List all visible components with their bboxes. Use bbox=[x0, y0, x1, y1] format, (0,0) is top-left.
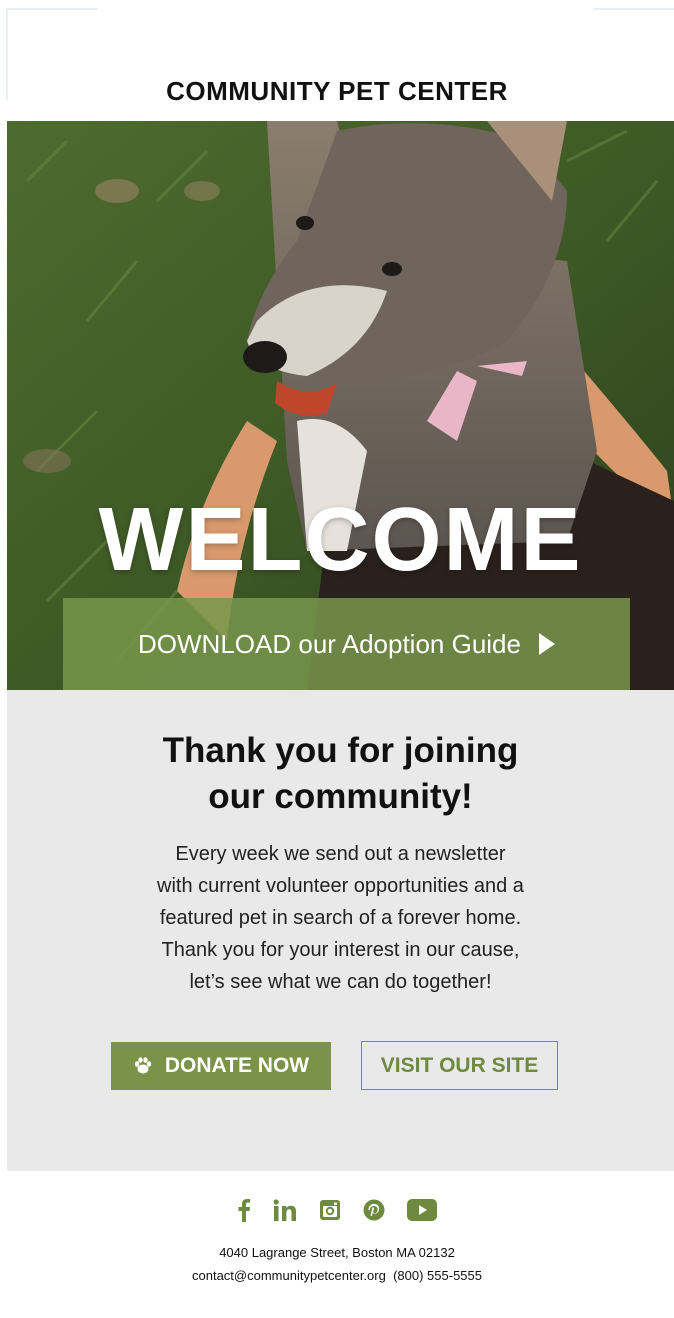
body-line: let’s see what we can do together! bbox=[189, 971, 492, 993]
footer-address: 4040 Lagrange Street, Boston MA 02132 bbox=[219, 1245, 455, 1260]
footer-email[interactable]: contact@communitypetcenter.org bbox=[192, 1268, 386, 1283]
headline-line: Thank you for joining bbox=[162, 731, 519, 770]
hero-banner: WELCOME DOWNLOAD our Adoption Guide bbox=[7, 121, 674, 690]
download-guide-label: DOWNLOAD our Adoption Guide bbox=[138, 628, 521, 659]
footer-contact: contact@communitypetcenter.org (800) 555… bbox=[0, 1268, 674, 1283]
newsletter-description: Every week we send out a newsletter with… bbox=[97, 838, 584, 998]
visit-site-button[interactable]: VISIT OUR SITE bbox=[361, 1041, 558, 1090]
pinterest-icon[interactable] bbox=[363, 1199, 385, 1221]
visit-site-label: VISIT OUR SITE bbox=[380, 1053, 539, 1077]
body-line: Every week we send out a newsletter bbox=[175, 843, 506, 865]
play-arrow-icon bbox=[538, 633, 555, 655]
thank-you-heading: Thank you for joining our community! bbox=[7, 728, 674, 820]
linkedin-icon[interactable] bbox=[273, 1199, 297, 1221]
donate-now-button[interactable]: DONATE NOW bbox=[111, 1042, 331, 1090]
body-line: Thank you for your interest in our cause… bbox=[161, 939, 520, 961]
welcome-heading: WELCOME bbox=[98, 490, 583, 590]
body-line: with current volunteer opportunities and… bbox=[157, 875, 524, 897]
download-guide-button[interactable]: DOWNLOAD our Adoption Guide bbox=[63, 598, 630, 690]
brand-title: COMMUNITY PET CENTER bbox=[166, 76, 508, 106]
headline-line: our community! bbox=[208, 777, 473, 816]
paw-icon bbox=[134, 1057, 152, 1074]
instagram-icon[interactable] bbox=[319, 1199, 341, 1221]
social-icons bbox=[0, 1198, 674, 1222]
youtube-icon[interactable] bbox=[407, 1199, 437, 1221]
footer-phone[interactable]: (800) 555-5555 bbox=[393, 1268, 482, 1283]
facebook-icon[interactable] bbox=[237, 1198, 251, 1222]
welcome-panel: Thank you for joining our community! Eve… bbox=[7, 690, 674, 1171]
donate-now-label: DONATE NOW bbox=[164, 1054, 310, 1077]
body-line: featured pet in search of a forever home… bbox=[159, 907, 522, 929]
frame-corner bbox=[594, 8, 674, 12]
